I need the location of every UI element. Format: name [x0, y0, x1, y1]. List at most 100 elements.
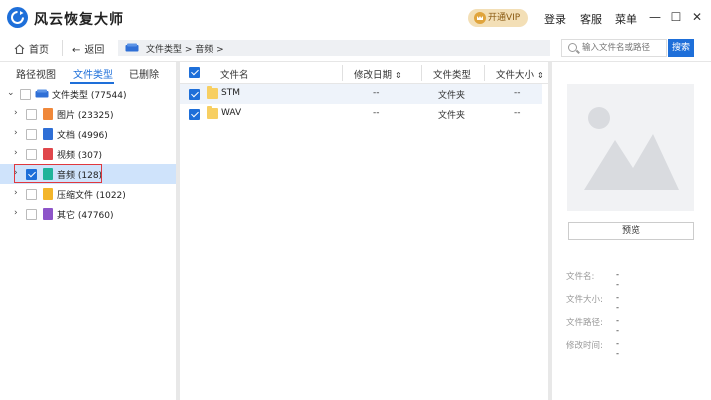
file-size: -- [514, 88, 521, 98]
file-type: 文件夹 [438, 91, 466, 101]
info-value: -- [616, 293, 620, 313]
preview-panel: 预览 文件名: -- 文件大小: -- 文件路径: -- 修改时间: -- [552, 62, 711, 400]
menu-button[interactable]: 菜单 [615, 11, 637, 27]
info-value: -- [616, 339, 620, 359]
file-date: -- [373, 108, 380, 118]
info-value: -- [616, 270, 620, 290]
info-label: 修改时间: [566, 341, 603, 351]
select-all-checkbox[interactable] [189, 67, 200, 78]
video-file-icon [43, 148, 53, 160]
image-file-icon [43, 108, 53, 120]
table-row[interactable]: WAV -- 文件夹 -- [180, 104, 542, 124]
tree-item-label: 视频 (307) [57, 151, 103, 161]
file-name: STM [221, 88, 240, 98]
tree-item-label: 文档 (4996) [57, 131, 108, 141]
tree-item-checkbox[interactable] [26, 149, 37, 160]
column-header-name[interactable]: 文件名 [220, 67, 249, 81]
tab-path-view[interactable]: 路径视图 [16, 66, 56, 81]
vip-button[interactable]: 开通VIP [468, 9, 528, 27]
breadcrumb-path: 文件类型 > 音频 > [146, 45, 224, 55]
view-tabs: 路径视图 文件类型 已删除 [0, 62, 176, 84]
chevron-right-icon[interactable]: › [14, 128, 18, 138]
folder-icon [207, 106, 218, 119]
document-file-icon [43, 128, 53, 140]
tree-item-videos[interactable]: › 视频 (307) [0, 144, 176, 164]
tree-item-documents[interactable]: › 文档 (4996) [0, 124, 176, 144]
tree-item-label: 图片 (23325) [57, 111, 114, 121]
tree-item-checkbox[interactable] [26, 189, 37, 200]
support-button[interactable]: 客服 [580, 11, 602, 27]
info-modified-time: 修改时间: -- [566, 339, 619, 359]
row-checkbox[interactable] [189, 89, 200, 100]
tree-item-label: 压缩文件 (1022) [57, 191, 126, 201]
folder-icon [207, 86, 218, 99]
app-title: 风云恢复大师 [34, 12, 124, 28]
close-icon[interactable]: ✕ [690, 10, 704, 24]
tree-item-checkbox[interactable] [26, 129, 37, 140]
tab-file-type[interactable]: 文件类型 [73, 66, 113, 81]
home-label: 首页 [29, 45, 49, 56]
sort-icon: ⇕ [537, 71, 544, 80]
row-checkbox[interactable] [189, 109, 200, 120]
search-input[interactable] [582, 42, 664, 54]
breadcrumb[interactable]: 文件类型 > 音频 > [118, 40, 550, 56]
chevron-down-icon[interactable]: ⌄ [7, 88, 15, 98]
left-panel: 路径视图 文件类型 已删除 ⌄ 文件类型 (77544) › 图片 (23325… [0, 62, 176, 400]
tree-item-label: 其它 (47760) [57, 211, 114, 221]
tree-item-checkbox[interactable] [26, 209, 37, 220]
tree-item-checkbox[interactable] [26, 109, 37, 120]
preview-placeholder-image [567, 84, 694, 211]
other-file-icon [43, 208, 53, 220]
tree-root-checkbox[interactable] [20, 89, 31, 100]
info-file-name: 文件名: -- [566, 270, 619, 290]
navigation-bar: 首页 ←返回 文件类型 > 音频 > 搜索 [0, 36, 711, 60]
file-list: 文件名 修改日期 ⇕ 文件类型 文件大小 ⇕ STM -- 文件夹 -- WAV… [180, 62, 548, 400]
info-label: 文件大小: [566, 295, 603, 305]
app-logo-icon [7, 7, 28, 28]
file-name: WAV [221, 108, 242, 118]
back-button[interactable]: ← 返回 [72, 41, 104, 56]
crown-icon [474, 12, 486, 24]
login-button[interactable]: 登录 [544, 11, 566, 27]
table-row[interactable]: STM -- 文件夹 -- [180, 84, 542, 104]
chevron-right-icon[interactable]: › [14, 148, 18, 158]
column-divider[interactable] [484, 65, 485, 81]
title-bar: 风云恢复大师 开通VIP 登录 客服 菜单 — ☐ ✕ [0, 0, 711, 36]
info-label: 文件名: [566, 272, 595, 282]
column-divider[interactable] [342, 65, 343, 81]
info-file-size: 文件大小: -- [566, 293, 619, 313]
tree-root[interactable]: ⌄ 文件类型 (77544) [0, 84, 176, 104]
archive-file-icon [43, 188, 53, 200]
info-file-path: 文件路径: -- [566, 316, 619, 336]
tree-item-other[interactable]: › 其它 (47760) [0, 204, 176, 224]
vip-label: 开通VIP [488, 13, 521, 23]
file-date: -- [373, 88, 380, 98]
tab-deleted[interactable]: 已删除 [129, 66, 159, 81]
chevron-right-icon[interactable]: › [14, 188, 18, 198]
search-icon [568, 43, 577, 52]
info-value: -- [616, 316, 620, 336]
tree-root-label: 文件类型 (77544) [52, 91, 127, 101]
chevron-right-icon[interactable]: › [14, 108, 18, 118]
tree-item-images[interactable]: › 图片 (23325) [0, 104, 176, 124]
home-icon [14, 44, 25, 55]
home-button[interactable]: 首页 [14, 41, 49, 56]
info-label: 文件路径: [566, 318, 603, 328]
file-type: 文件夹 [438, 111, 466, 121]
tree-item-archives[interactable]: › 压缩文件 (1022) [0, 184, 176, 204]
nav-divider [62, 40, 63, 56]
column-header-size[interactable]: 文件大小 ⇕ [496, 67, 544, 81]
maximize-icon[interactable]: ☐ [669, 10, 683, 24]
search-box[interactable] [561, 39, 667, 57]
minimize-icon[interactable]: — [648, 10, 662, 24]
back-arrow-icon: ← [72, 45, 81, 56]
column-header-type[interactable]: 文件类型 [433, 67, 471, 81]
image-placeholder-icon [584, 107, 679, 190]
column-header-date[interactable]: 修改日期 ⇕ [354, 67, 402, 81]
search-button[interactable]: 搜索 [668, 39, 694, 57]
chevron-right-icon[interactable]: › [14, 208, 18, 218]
file-size: -- [514, 108, 521, 118]
column-divider[interactable] [421, 65, 422, 81]
column-header-date-label: 修改日期 [354, 70, 393, 81]
preview-button[interactable]: 预览 [568, 222, 694, 240]
